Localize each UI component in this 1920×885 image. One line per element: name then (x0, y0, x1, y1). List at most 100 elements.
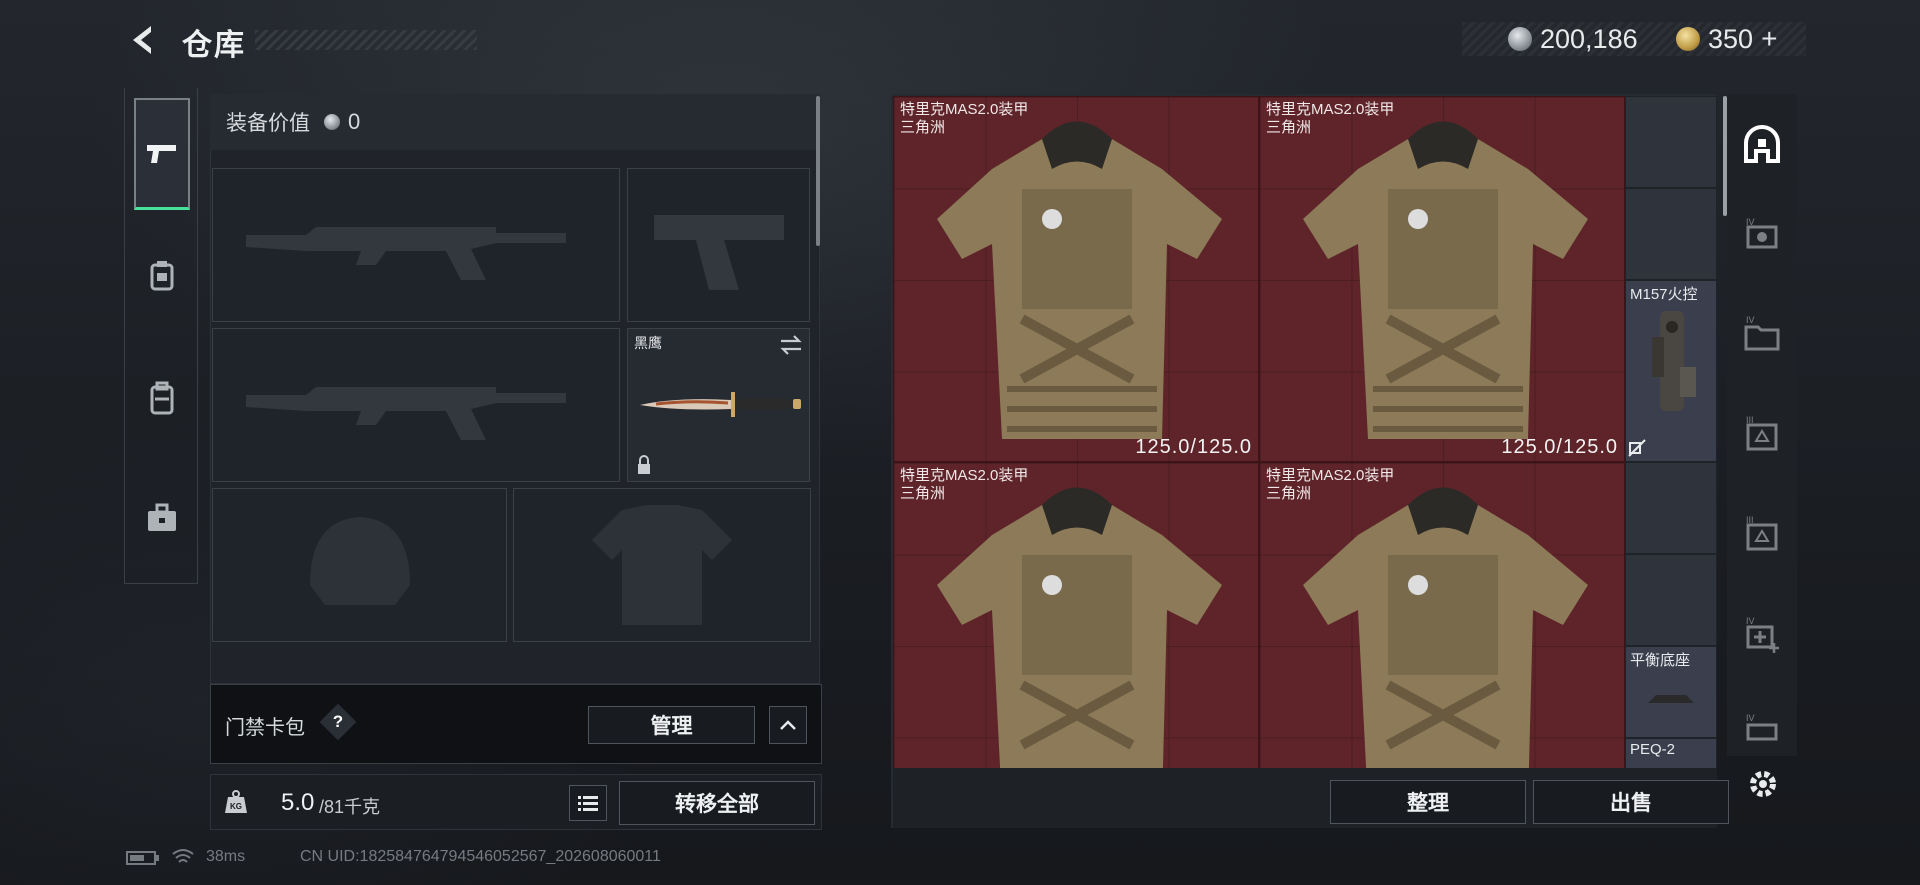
fire-control-icon (1652, 311, 1696, 411)
equipment-value: 装备价值 0 (210, 94, 820, 150)
title-decoration (255, 30, 477, 50)
empty-cell[interactable] (1625, 554, 1717, 646)
battery-icon (126, 850, 160, 871)
folder-filter-icon: IV (1744, 315, 1780, 351)
knife-icon (640, 392, 801, 417)
filter-medical-button[interactable]: IV (1735, 608, 1789, 662)
filter-all-button[interactable] (1735, 118, 1789, 172)
body-armor-icon (1303, 487, 1588, 768)
mod-item-laser[interactable]: PEQ-2 (1625, 738, 1717, 768)
sidearm-slot[interactable] (627, 168, 810, 322)
svg-text:III: III (1746, 415, 1754, 425)
collapse-button[interactable] (769, 706, 807, 744)
vehicle-filter-icon: IV (1746, 713, 1778, 741)
body-armor-icon (1303, 121, 1588, 439)
wifi-icon (172, 848, 194, 871)
helmet-slot[interactable] (212, 488, 507, 642)
tab-safe-box[interactable] (134, 462, 190, 574)
medkit-filter-icon: IV (1746, 616, 1779, 653)
weight-current: 5.0 (281, 789, 315, 816)
svg-text:IV: IV (1746, 217, 1755, 227)
pistol-icon (147, 144, 176, 163)
chevron-up-icon (780, 720, 796, 730)
filter-armor-button[interactable]: III (1735, 408, 1789, 462)
mod-item-fire-control[interactable]: M157火控 (1625, 280, 1717, 462)
helmet-filter-icon: III (1746, 515, 1778, 551)
primary-weapon-slot[interactable] (212, 168, 620, 322)
list-view-button[interactable] (569, 785, 607, 821)
armor-silhouette-icon (514, 489, 810, 641)
filter-scope-button[interactable]: IV (1735, 210, 1789, 264)
mod-name: PEQ-2 (1630, 741, 1676, 758)
equip-value-label: 装备价值 (226, 112, 310, 135)
armor-item[interactable]: 特里克MAS2.0装甲 三角洲 (1259, 462, 1625, 768)
filter-misc-button[interactable]: IV (1735, 706, 1789, 752)
stash-filter-bar: IV IV III III IV IV (1727, 94, 1797, 756)
gold-amount: 350 (1708, 23, 1754, 54)
armor-filter-icon: III (1746, 415, 1778, 451)
settings-button[interactable] (1745, 766, 1781, 802)
briefcase-icon (148, 503, 176, 531)
tab-weapons[interactable] (134, 98, 190, 210)
weight-icon: KG (225, 790, 247, 813)
filter-helmet-button[interactable]: III (1735, 508, 1789, 562)
armor-item[interactable]: 特里克MAS2.0装甲 三角洲 (893, 462, 1259, 768)
mod-item-bipod[interactable]: 平衡底座 (1625, 646, 1717, 738)
silver-amount: 200,186 (1540, 23, 1638, 54)
rifle-silhouette-icon (213, 329, 619, 481)
tab-chest-rig[interactable] (134, 220, 190, 332)
svg-text:IV: IV (1746, 713, 1755, 723)
item-durability: 125.0/125.0 (1501, 436, 1618, 458)
empty-cell[interactable] (1625, 96, 1717, 188)
user-uid: CN UID:18258476479454605256​7_2026080600… (300, 848, 661, 865)
unlink-icon (1628, 439, 1646, 457)
ping-text: 38ms (206, 848, 246, 865)
back-button[interactable] (124, 20, 160, 60)
organize-button[interactable]: 整理 (1330, 780, 1526, 824)
chest-rig-icon (150, 261, 174, 291)
gold-currency[interactable]: 350 + (1676, 22, 1777, 56)
silver-coin-icon (324, 114, 340, 130)
pistol-silhouette-icon (628, 169, 809, 321)
bipod-icon (1648, 695, 1694, 703)
sell-button[interactable]: 出售 (1533, 780, 1729, 824)
tab-backpack[interactable] (134, 342, 190, 454)
home-filter-icon (1744, 125, 1780, 163)
empty-cell[interactable] (1625, 188, 1717, 280)
svg-text:III: III (1746, 515, 1754, 525)
stash-grid: 特里克MAS2.0装甲 三角洲 125.0/125.0 特里克MAS2.0装甲 三角… (893, 96, 1717, 768)
secondary-weapon-slot[interactable] (212, 328, 620, 482)
weight-max: /81千克 (319, 797, 381, 817)
empty-cell[interactable] (1625, 462, 1717, 554)
svg-text:IV: IV (1746, 616, 1755, 626)
gear-icon (1750, 771, 1776, 797)
swap-icon[interactable] (779, 335, 803, 355)
helmet-silhouette-icon (213, 489, 506, 641)
transfer-all-button[interactable]: 转移全部 (619, 781, 815, 825)
body-armor-slot[interactable] (513, 488, 811, 642)
list-icon (578, 796, 598, 811)
silver-currency: 200,186 (1508, 22, 1638, 56)
body-armor-icon (937, 487, 1222, 768)
melee-slot[interactable]: 黑鹰 (627, 328, 810, 482)
silver-coin-icon (1508, 27, 1532, 51)
melee-name: 黑鹰 (634, 335, 662, 351)
help-question-mark: ? (332, 712, 344, 731)
equip-value-amount: 0 (348, 109, 361, 134)
manage-button[interactable]: 管理 (588, 706, 755, 744)
mod-name: 平衡底座 (1630, 652, 1691, 669)
page-title: 仓库 (182, 29, 246, 62)
lock-icon (638, 455, 650, 474)
keycard-case-bar: 门禁卡包 ? 管理 (210, 684, 822, 764)
svg-text:IV: IV (1746, 315, 1755, 325)
armor-item[interactable]: 特里克MAS2.0装甲 三角洲 125.0/125.0 (893, 96, 1259, 462)
svg-text:KG: KG (230, 802, 242, 811)
scope-filter-icon: IV (1746, 217, 1778, 249)
loadout-scrollbar[interactable] (816, 96, 820, 246)
armor-item[interactable]: 特里克MAS2.0装甲 三角洲 125.0/125.0 (1259, 96, 1625, 462)
rifle-silhouette-icon (213, 169, 619, 321)
filter-container-button[interactable]: IV (1735, 308, 1789, 362)
add-currency-plus[interactable]: + (1761, 23, 1777, 55)
item-durability: 125.0/125.0 (1135, 436, 1252, 458)
gold-coin-icon (1676, 27, 1700, 51)
